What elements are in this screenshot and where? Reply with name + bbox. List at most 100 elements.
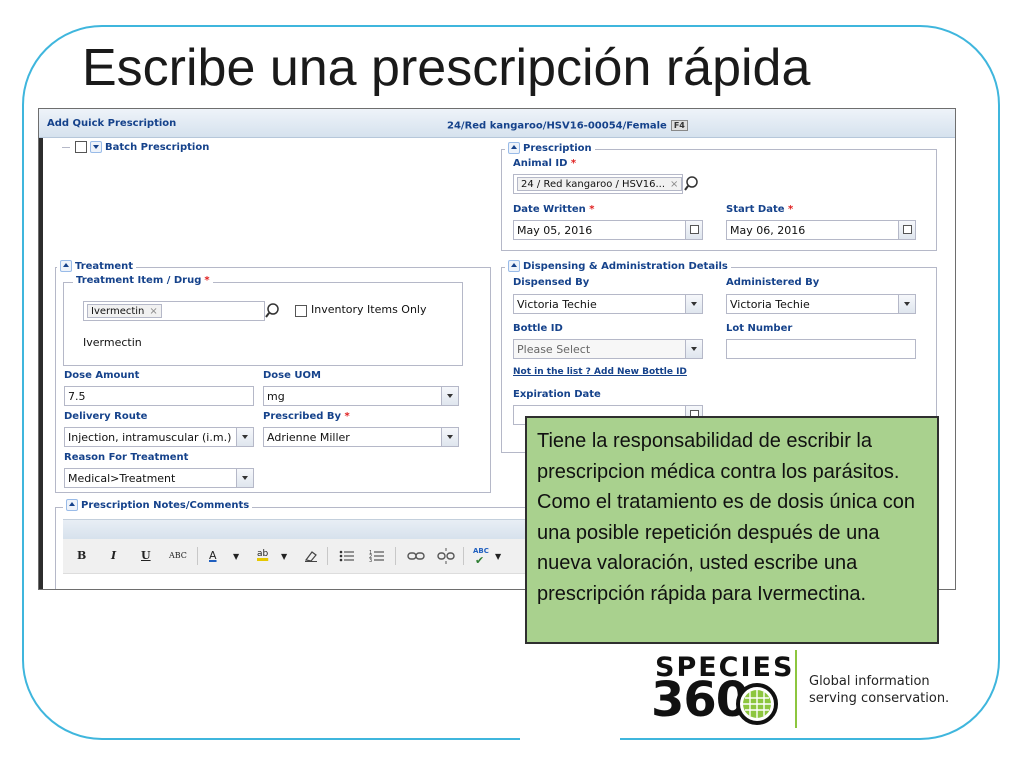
- delivery-route-value: Injection, intramuscular (i.m.): [68, 431, 232, 444]
- underline-button[interactable]: U: [141, 549, 151, 562]
- tagline-line-1: Global information: [809, 674, 930, 689]
- frame-gap: [520, 728, 620, 748]
- prescription-collapse-icon[interactable]: [508, 142, 520, 154]
- chevron-down-icon[interactable]: [441, 387, 458, 405]
- dispensed-by-label: Dispensed By: [513, 277, 590, 288]
- inventory-only-label: Inventory Items Only: [311, 303, 427, 316]
- explanation-callout: Tiene la responsabilidad de escribir la …: [525, 416, 939, 644]
- reason-label: Reason For Treatment: [64, 452, 189, 463]
- drug-legend: Treatment Item / Drug *: [73, 275, 213, 286]
- highlight-button[interactable]: ab: [257, 549, 268, 559]
- slide-title: Escribe una prescripción rápida: [82, 39, 811, 97]
- chevron-down-icon[interactable]: [441, 428, 458, 446]
- drug-legend-label: Treatment Item / Drug: [76, 275, 202, 286]
- dispensing-legend: Dispensing & Administration Details: [505, 260, 731, 272]
- dose-uom-select[interactable]: mg: [263, 386, 459, 406]
- bold-button[interactable]: B: [77, 549, 86, 562]
- dispensing-collapse-icon[interactable]: [508, 260, 520, 272]
- inventory-only-checkbox[interactable]: [295, 305, 307, 317]
- notes-collapse-icon[interactable]: [66, 499, 78, 511]
- delivery-route-select[interactable]: Injection, intramuscular (i.m.): [64, 427, 254, 447]
- expiration-label: Expiration Date: [513, 389, 601, 400]
- strikethrough-button[interactable]: ABC: [169, 551, 187, 560]
- batch-legend: Batch Prescription: [59, 141, 213, 153]
- start-date-field[interactable]: May 06, 2016: [726, 220, 916, 240]
- batch-checkbox[interactable]: [75, 141, 87, 153]
- delivery-route-label: Delivery Route: [64, 411, 148, 422]
- prescribed-by-label: Prescribed By *: [263, 411, 350, 422]
- required-marker: *: [570, 158, 577, 169]
- chevron-down-icon[interactable]: [236, 428, 253, 446]
- svg-text:3: 3: [369, 558, 372, 563]
- highlight-dropdown-icon[interactable]: ▼: [281, 552, 287, 561]
- spellcheck-dropdown-icon[interactable]: ▼: [495, 552, 501, 561]
- administered-by-label: Administered By: [726, 277, 820, 288]
- date-written-field[interactable]: May 05, 2016: [513, 220, 703, 240]
- dispensed-by-select[interactable]: Victoria Techie: [513, 294, 703, 314]
- notes-legend-label: Prescription Notes/Comments: [81, 499, 250, 511]
- unlink-icon[interactable]: [437, 548, 455, 564]
- italic-button[interactable]: I: [111, 549, 116, 562]
- dose-uom-value: mg: [267, 390, 285, 403]
- prescription-legend-label: Prescription: [523, 142, 592, 154]
- add-bottle-link[interactable]: Not in the list ? Add New Bottle ID: [513, 367, 687, 377]
- drug-field[interactable]: Ivermectin ×: [83, 301, 265, 321]
- logo-tagline: Global information serving conservation.: [809, 673, 949, 707]
- date-written-label: Date Written *: [513, 204, 595, 215]
- dose-amount-label: Dose Amount: [64, 370, 140, 381]
- dispensed-by-value: Victoria Techie: [517, 298, 597, 311]
- batch-expand-icon[interactable]: [90, 141, 102, 153]
- animal-id-tag-text: 24 / Red kangaroo / HSV16...: [521, 179, 666, 190]
- start-date-value: May 06, 2016: [730, 224, 806, 237]
- remove-tag-icon[interactable]: ×: [149, 306, 157, 317]
- prescribed-by-select[interactable]: Adrienne Miller: [263, 427, 459, 447]
- required-marker: *: [788, 204, 794, 215]
- checkmark-icon: ✔: [475, 554, 485, 567]
- date-written-value: May 05, 2016: [517, 224, 593, 237]
- dose-amount-field[interactable]: 7.5: [64, 386, 254, 406]
- notes-legend: Prescription Notes/Comments: [63, 499, 253, 511]
- numbered-list-icon[interactable]: 123: [369, 549, 385, 563]
- administered-by-select[interactable]: Victoria Techie: [726, 294, 916, 314]
- logo-divider: [795, 650, 797, 728]
- chevron-down-icon[interactable]: [685, 295, 702, 313]
- window-title: Add Quick Prescription: [47, 118, 177, 129]
- chevron-down-icon[interactable]: [236, 469, 253, 487]
- font-color-dropdown-icon[interactable]: ▼: [233, 552, 239, 561]
- bullet-list-icon[interactable]: [339, 549, 355, 563]
- prescription-legend: Prescription: [505, 142, 595, 154]
- tagline-line-2: serving conservation.: [809, 691, 950, 706]
- dose-amount-value: 7.5: [68, 390, 86, 403]
- legend-line: [62, 146, 70, 148]
- lot-number-field[interactable]: [726, 339, 916, 359]
- link-icon[interactable]: [407, 550, 425, 562]
- remove-tag-icon[interactable]: ×: [670, 179, 678, 190]
- administered-by-value: Victoria Techie: [730, 298, 810, 311]
- start-date-label-text: Start Date: [726, 204, 785, 215]
- animal-header: 24/Red kangaroo/HSV16-00054/Female F4: [447, 120, 688, 132]
- calendar-icon[interactable]: [685, 221, 702, 239]
- bottle-id-select[interactable]: Please Select: [513, 339, 703, 359]
- animal-header-badge[interactable]: F4: [670, 120, 688, 131]
- animal-search-icon[interactable]: [684, 174, 702, 194]
- bottle-id-placeholder: Please Select: [517, 343, 591, 356]
- chevron-down-icon[interactable]: [898, 295, 915, 313]
- font-color-button[interactable]: A: [209, 549, 217, 562]
- required-marker: *: [589, 204, 595, 215]
- prescribed-by-value: Adrienne Miller: [267, 431, 350, 444]
- required-marker: *: [204, 275, 210, 286]
- animal-id-field[interactable]: 24 / Red kangaroo / HSV16... ×: [513, 174, 683, 194]
- dispensing-legend-label: Dispensing & Administration Details: [523, 260, 728, 272]
- chevron-down-icon[interactable]: [685, 340, 702, 358]
- toolbar-separator: [463, 547, 464, 565]
- animal-id-label: Animal ID *: [513, 158, 576, 169]
- treatment-collapse-icon[interactable]: [60, 260, 72, 272]
- globe-icon: [736, 683, 778, 725]
- reason-select[interactable]: Medical>Treatment: [64, 468, 254, 488]
- calendar-icon[interactable]: [898, 221, 915, 239]
- eraser-icon[interactable]: [303, 549, 319, 563]
- treatment-legend-label: Treatment: [75, 260, 134, 272]
- dose-uom-label: Dose UOM: [263, 370, 321, 381]
- drug-search-icon[interactable]: [265, 301, 283, 321]
- drug-fieldset: [63, 282, 463, 366]
